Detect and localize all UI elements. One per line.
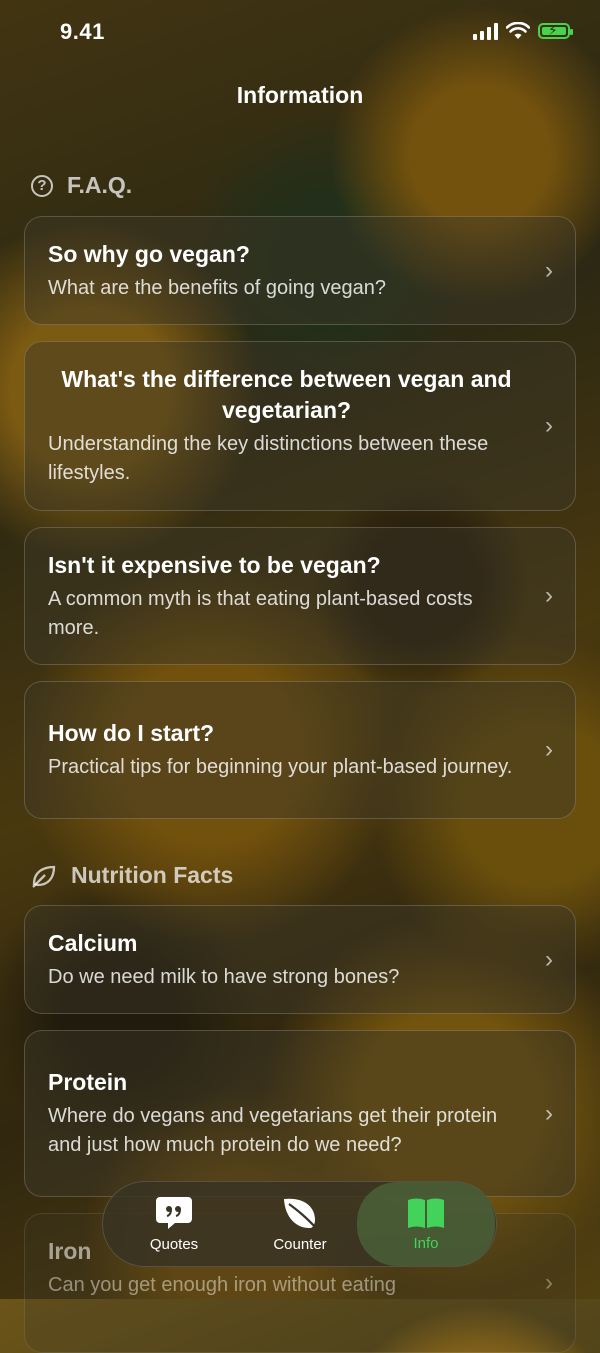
leaf-outline-icon xyxy=(32,865,56,888)
card-subtitle: Understanding the key distinctions betwe… xyxy=(48,433,489,484)
leaf-icon xyxy=(284,1198,318,1230)
cellular-signal-icon xyxy=(473,22,498,40)
card-title: Isn't it expensive to be vegan? xyxy=(48,551,381,578)
wifi-icon xyxy=(506,22,530,39)
tab-quotes[interactable]: Quotes xyxy=(119,1182,229,1266)
card-subtitle: Practical tips for beginning your plant-… xyxy=(48,756,513,778)
battery-charging-icon: ⚡ xyxy=(538,22,573,39)
card-title: Protein xyxy=(48,1069,128,1095)
book-icon xyxy=(408,1198,444,1228)
question-circle-icon: ? xyxy=(31,174,53,197)
status-bar: 9.41 ⚡ xyxy=(0,0,600,66)
chevron-right-icon: › xyxy=(545,1269,553,1296)
chevron-right-icon: › xyxy=(545,256,553,284)
card-title: How do I start? xyxy=(48,720,215,746)
faq-item-how-to-start[interactable]: How do I start? Practical tips for begin… xyxy=(24,681,576,819)
card-title: So why go vegan? xyxy=(48,240,250,267)
tab-counter[interactable]: Counter xyxy=(245,1182,355,1266)
faq-header-label: F.A.Q. xyxy=(67,172,133,198)
status-time: 9.41 xyxy=(60,19,105,44)
faq-item-expensive[interactable]: Isn't it expensive to be vegan? A common… xyxy=(24,527,576,665)
nutrition-header-label: Nutrition Facts xyxy=(71,862,234,888)
card-subtitle: A common myth is that eating plant-based… xyxy=(48,587,473,639)
card-title: Calcium xyxy=(48,929,138,956)
card-title: What's the difference between vegan and … xyxy=(61,366,512,423)
card-subtitle: What are the benefits of going vegan? xyxy=(48,276,387,299)
chevron-right-icon: › xyxy=(545,1099,553,1127)
nutrition-section-header: Nutrition Facts xyxy=(31,862,233,889)
tab-label: Quotes xyxy=(149,1235,199,1253)
faq-section-header: ? F.A.Q. xyxy=(31,172,132,199)
nutrition-item-calcium[interactable]: Calcium Do we need milk to have strong b… xyxy=(24,905,576,1014)
chevron-right-icon: › xyxy=(545,412,553,439)
tab-bar: Quotes Counter Info xyxy=(102,1181,497,1267)
chevron-right-icon: › xyxy=(545,945,553,973)
chevron-right-icon: › xyxy=(545,582,553,609)
quote-bubble-icon xyxy=(156,1196,192,1229)
card-subtitle: Where do vegans and vegetarians get thei… xyxy=(48,1105,498,1156)
tab-label: Info xyxy=(413,1234,439,1252)
card-subtitle: Do we need milk to have strong bones? xyxy=(48,965,400,988)
tab-info[interactable]: Info xyxy=(357,1182,495,1266)
chevron-right-icon: › xyxy=(545,736,553,763)
faq-item-vegan-vs-vegetarian[interactable]: What's the difference between vegan and … xyxy=(24,341,576,511)
page-title: Information xyxy=(236,82,364,108)
nutrition-item-protein[interactable]: Protein Where do vegans and vegetarians … xyxy=(24,1030,576,1197)
faq-item-why-vegan[interactable]: So why go vegan? What are the benefits o… xyxy=(24,216,576,325)
card-subtitle: Can you get enough iron without eating xyxy=(48,1274,397,1296)
tab-label: Counter xyxy=(273,1235,327,1253)
